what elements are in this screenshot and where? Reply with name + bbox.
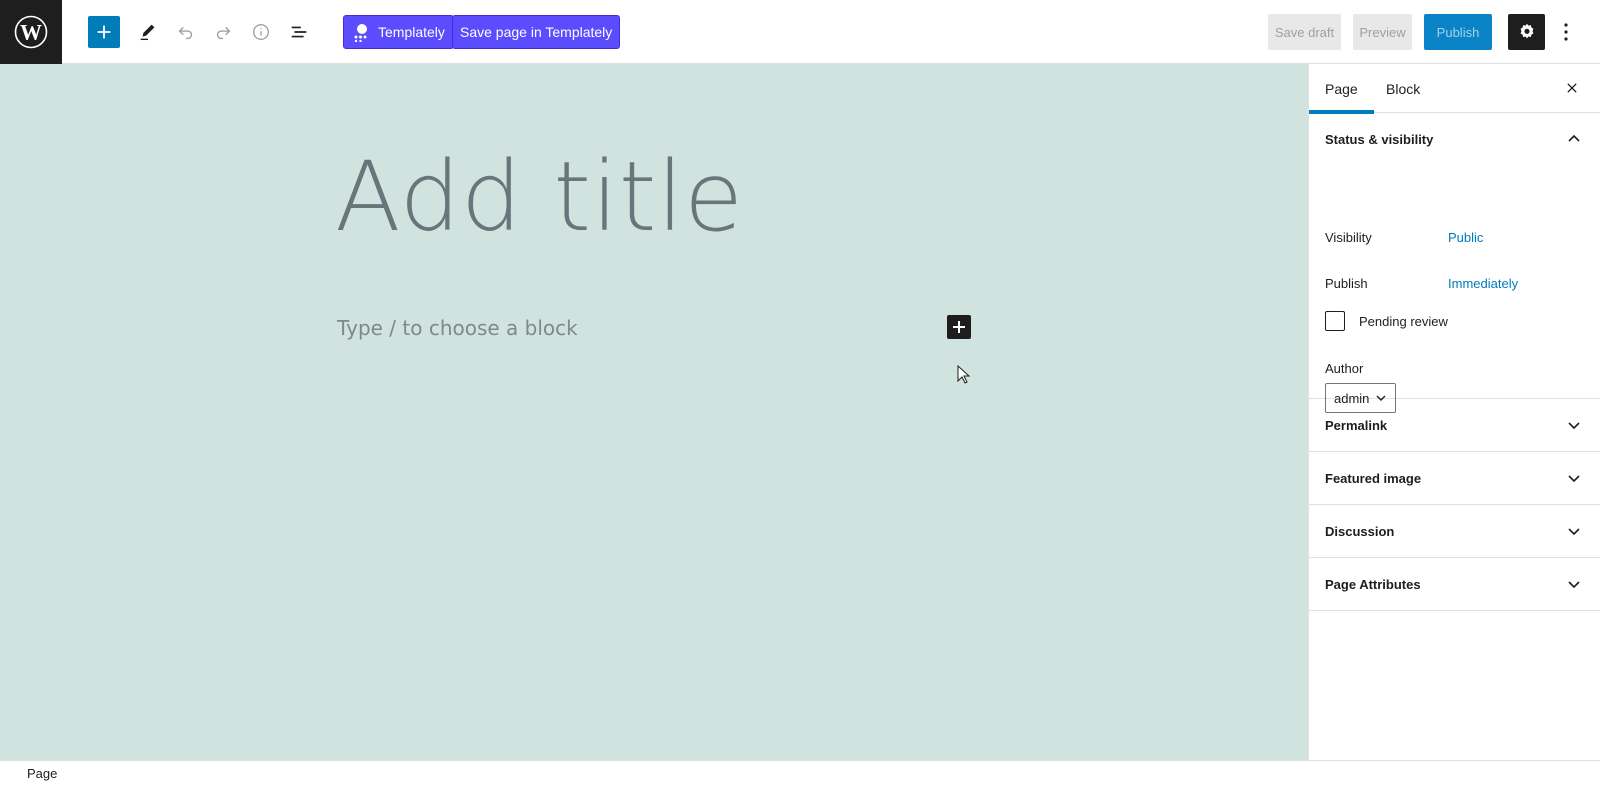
- add-block-button[interactable]: [88, 16, 120, 48]
- wordpress-logo-icon[interactable]: W: [0, 0, 62, 64]
- tab-page[interactable]: Page: [1309, 64, 1374, 114]
- post-title-input[interactable]: Add title: [335, 149, 744, 245]
- discussion-panel: Discussion: [1309, 505, 1600, 558]
- publish-label: Publish: [1436, 24, 1480, 40]
- editor-toolbar: W Templately Save page in Templately Sav…: [0, 0, 1600, 64]
- plus-icon: [97, 25, 111, 39]
- more-options-button[interactable]: [1554, 16, 1578, 48]
- status-visibility-title: Status & visibility: [1325, 131, 1434, 147]
- info-icon: [252, 23, 270, 41]
- permalink-panel: Permalink: [1309, 399, 1600, 452]
- featured-image-toggle[interactable]: Featured image: [1309, 452, 1600, 504]
- discussion-toggle[interactable]: Discussion: [1309, 505, 1600, 557]
- settings-button[interactable]: [1508, 14, 1545, 50]
- chevron-down-icon: [1568, 422, 1580, 430]
- status-visibility-panel: Status & visibility Visibility Public Pu…: [1309, 113, 1600, 413]
- author-label: Author: [1325, 361, 1364, 376]
- redo-icon: [216, 26, 231, 40]
- publish-date-link[interactable]: Immediately: [1448, 276, 1518, 291]
- templately-logo-icon: [354, 24, 367, 42]
- page-attributes-title: Page Attributes: [1325, 576, 1421, 592]
- sidebar-tabs: Page Block: [1309, 64, 1600, 114]
- status-visibility-toggle[interactable]: Status & visibility: [1309, 113, 1600, 165]
- pencil-icon: [140, 24, 155, 41]
- preview-label: Preview: [1359, 24, 1406, 40]
- details-button[interactable]: [245, 16, 277, 48]
- undo-icon: [178, 26, 193, 40]
- save-in-templately-label: Save page in Templately: [460, 24, 613, 40]
- svg-text:W: W: [20, 20, 42, 45]
- plus-icon: [953, 321, 965, 333]
- list-view-icon: [291, 26, 307, 38]
- redo-button[interactable]: [207, 16, 239, 48]
- tab-block[interactable]: Block: [1386, 64, 1420, 113]
- visibility-value-link[interactable]: Public: [1448, 230, 1483, 245]
- preview-button[interactable]: Preview: [1353, 14, 1412, 50]
- save-draft-label: Save draft: [1274, 24, 1335, 40]
- page-attributes-panel: Page Attributes: [1309, 558, 1600, 611]
- undo-button[interactable]: [170, 16, 202, 48]
- chevron-down-icon: [1568, 475, 1580, 483]
- close-icon: [1567, 83, 1577, 93]
- chevron-down-icon: [1568, 581, 1580, 589]
- editor-canvas[interactable]: Add title Type / to choose a block: [0, 64, 1308, 760]
- page-attributes-toggle[interactable]: Page Attributes: [1309, 558, 1600, 610]
- close-sidebar-button[interactable]: [1560, 76, 1584, 100]
- publish-button[interactable]: Publish: [1424, 14, 1492, 50]
- block-appender[interactable]: Type / to choose a block: [337, 316, 578, 340]
- chevron-up-icon: [1568, 134, 1580, 142]
- gear-icon: [1520, 23, 1533, 39]
- tools-button[interactable]: [132, 16, 164, 48]
- save-draft-button[interactable]: Save draft: [1268, 14, 1341, 50]
- pending-review-label: Pending review: [1359, 314, 1448, 329]
- breadcrumb[interactable]: Page: [27, 766, 57, 781]
- discussion-title: Discussion: [1325, 523, 1395, 539]
- templately-button-label: Templately: [378, 24, 445, 40]
- publish-label: Publish: [1325, 276, 1368, 291]
- featured-image-panel: Featured image: [1309, 452, 1600, 505]
- featured-image-title: Featured image: [1325, 470, 1422, 486]
- visibility-label: Visibility: [1325, 230, 1372, 245]
- templately-button[interactable]: Templately: [343, 15, 454, 49]
- permalink-title: Permalink: [1325, 417, 1388, 433]
- pending-review-checkbox[interactable]: [1325, 311, 1345, 331]
- save-in-templately-button[interactable]: Save page in Templately: [452, 15, 621, 49]
- block-inserter-button[interactable]: [947, 315, 971, 339]
- settings-sidebar: Page Block Status & visibility Visibilit…: [1308, 64, 1600, 760]
- status-bar: Page: [0, 760, 1600, 785]
- permalink-toggle[interactable]: Permalink: [1309, 399, 1600, 451]
- more-vertical-icon: [1564, 23, 1568, 41]
- list-view-button[interactable]: [283, 16, 315, 48]
- chevron-down-icon: [1568, 528, 1580, 536]
- mouse-cursor-icon: [957, 365, 971, 384]
